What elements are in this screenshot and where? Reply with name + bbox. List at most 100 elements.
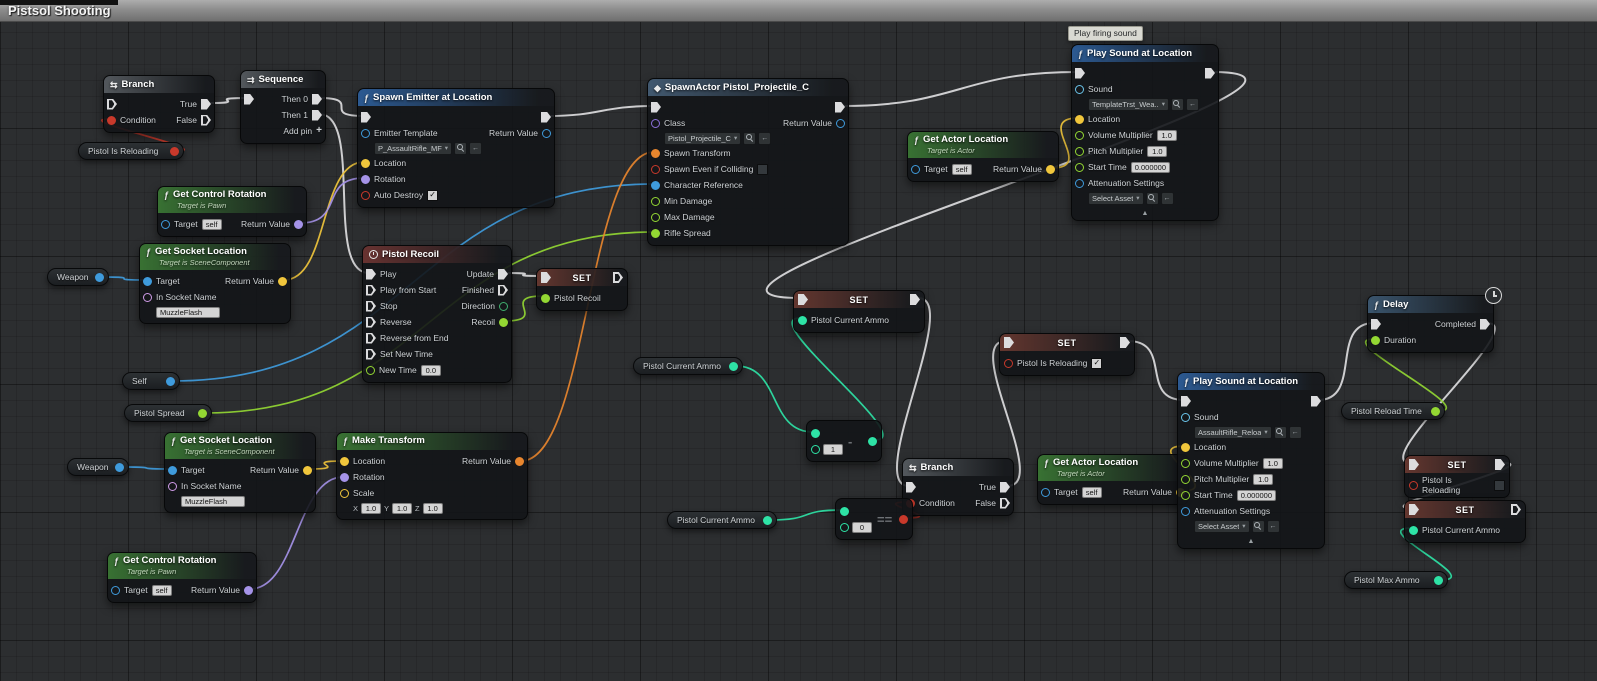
magnifier-icon[interactable] xyxy=(1251,519,1265,533)
auto-destroy-pin[interactable] xyxy=(361,190,370,200)
data-pin[interactable] xyxy=(811,428,820,438)
target-pin[interactable] xyxy=(111,585,120,595)
exec-pin[interactable] xyxy=(366,316,376,328)
return-value-pin[interactable] xyxy=(278,276,287,286)
target-field[interactable]: self xyxy=(201,218,222,230)
pill-self[interactable]: Self xyxy=(122,372,180,390)
rifle-spread-pin[interactable] xyxy=(651,228,660,238)
location-pin[interactable] xyxy=(1181,442,1190,452)
data-pin[interactable] xyxy=(840,522,849,532)
target-field[interactable]: self xyxy=(1081,486,1102,498)
play-sound-at-location-2[interactable]: ƒ Play Sound at Location Sound AssaultRifle… xyxy=(1177,372,1325,549)
magnifier-icon[interactable] xyxy=(743,131,757,145)
pistol-current-ammo-pin[interactable] xyxy=(763,515,772,525)
direction-pin[interactable] xyxy=(499,301,508,311)
rotation-pin[interactable] xyxy=(361,174,370,184)
volume-multiplier-field[interactable]: 1.0 xyxy=(1156,129,1177,141)
exec-pin[interactable] xyxy=(910,294,920,305)
pill-pistol-current-ammo-2[interactable]: Pistol Current Ammo xyxy=(667,511,777,529)
magnifier-icon[interactable] xyxy=(1145,191,1159,205)
exec-pin[interactable] xyxy=(651,101,661,113)
exec-pin[interactable] xyxy=(1075,67,1085,79)
recoil-pin[interactable] xyxy=(499,317,508,327)
volume-multiplier-field[interactable]: 1.0 xyxy=(1262,457,1283,469)
get-actor-location-2[interactable]: ƒ Get Actor Location Target is Actor Target… xyxy=(1037,454,1189,505)
branch-2[interactable]: ⇆ Branch True Condition False xyxy=(902,458,1014,516)
pistol-is-reloading-pin[interactable] xyxy=(1004,358,1013,368)
branch-1[interactable]: ⇆ Branch True Condition False xyxy=(103,75,215,133)
use-selected-asset-icon[interactable]: ← xyxy=(1185,97,1199,111)
pistol-current-ammo-pin[interactable] xyxy=(798,315,807,325)
exec-pin[interactable] xyxy=(1120,337,1130,348)
exec-pin[interactable] xyxy=(201,98,211,110)
set-pistol-recoil[interactable]: SET Pistol Recoil xyxy=(536,268,628,311)
value-field[interactable]: 1 xyxy=(823,443,843,455)
return-value-pin[interactable] xyxy=(542,128,551,138)
magnifier-icon[interactable] xyxy=(1273,425,1287,439)
in-socket-name-pin[interactable] xyxy=(168,481,177,491)
exec-pin[interactable] xyxy=(1495,459,1505,470)
exec-pin[interactable] xyxy=(366,268,376,280)
target-pin[interactable] xyxy=(168,465,177,475)
asset-dropdown[interactable]: Pistol_Projectile_C ▾ xyxy=(664,131,742,145)
pistol-is-reloading-checkbox[interactable] xyxy=(1494,479,1505,491)
target-field[interactable]: self xyxy=(151,584,172,596)
exec-pin[interactable] xyxy=(366,348,376,360)
exec-pin[interactable] xyxy=(312,109,322,121)
exec-pin[interactable] xyxy=(1000,497,1010,509)
asset-dropdown[interactable]: P_AssaultRifle_MF ▾ xyxy=(374,141,453,155)
weapon-pin[interactable] xyxy=(115,462,124,472)
exec-pin[interactable] xyxy=(613,272,623,283)
get-control-rotation-2[interactable]: ƒ Get Control Rotation Target is Pawn Targe… xyxy=(107,552,257,603)
volume-multiplier-pin[interactable] xyxy=(1181,458,1190,468)
value-field[interactable]: 1.0 xyxy=(361,502,382,514)
exec-pin[interactable] xyxy=(1480,318,1490,330)
asset-dropdown[interactable]: AssaultRifle_Reloa ▾ xyxy=(1194,425,1272,439)
return-value-pin[interactable] xyxy=(294,219,303,229)
use-selected-asset-icon[interactable]: ← xyxy=(1288,425,1302,439)
magnifier-icon[interactable] xyxy=(1170,97,1184,111)
exec-pin[interactable] xyxy=(366,300,376,312)
value-field[interactable]: MuzzleFlash xyxy=(181,495,245,507)
exec-pin[interactable] xyxy=(1511,504,1521,515)
return-value-pin[interactable] xyxy=(836,118,845,128)
exec-pin[interactable] xyxy=(835,101,845,113)
timeline-pistol-recoil[interactable]: Pistol Recoil Play Update Play from Start Fi… xyxy=(362,245,512,383)
new-time-pin[interactable] xyxy=(366,365,375,375)
set-pistol-is-reloading-false[interactable]: SET Pistol Is Reloading xyxy=(1404,455,1510,498)
blueprint-canvas[interactable]: ⇆ Branch True Condition False Pistol Is Reloa… xyxy=(0,0,1597,681)
spawnactor-pistol-projectile[interactable]: ◆ SpawnActor Pistol_Projectile_C Class Retu… xyxy=(647,78,849,246)
spawn-transform-pin[interactable] xyxy=(651,148,660,158)
get-socket-location-1[interactable]: ƒ Get Socket Location Target is SceneCompo… xyxy=(139,243,291,324)
exec-pin[interactable] xyxy=(201,114,211,126)
pitch-multiplier-pin[interactable] xyxy=(1181,474,1190,484)
pistol-max-ammo-pin[interactable] xyxy=(1434,575,1443,585)
pistol-recoil-pin[interactable] xyxy=(541,293,550,303)
pill-pistol-is-reloading[interactable]: Pistol Is Reloading xyxy=(78,142,184,160)
return-value-pin[interactable] xyxy=(515,456,524,466)
value-field[interactable]: 0 xyxy=(852,521,872,533)
value-field[interactable]: MuzzleFlash xyxy=(156,306,220,318)
get-actor-location-1[interactable]: ƒ Get Actor Location Target is Actor Target… xyxy=(907,131,1059,182)
play-sound-at-location-1[interactable]: ƒ Play Sound at Location Sound TemplateTrst… xyxy=(1071,44,1219,221)
start-time-field[interactable]: 0.000000 xyxy=(1236,489,1277,501)
pistol-is-reloading-pin[interactable] xyxy=(170,146,179,156)
exec-pin[interactable] xyxy=(541,272,551,283)
pistol-current-ammo-pin[interactable] xyxy=(729,361,738,371)
use-selected-asset-icon[interactable]: ← xyxy=(469,141,483,155)
target-pin[interactable] xyxy=(1041,487,1050,497)
pitch-multiplier-field[interactable]: 1.0 xyxy=(1147,145,1168,157)
target-pin[interactable] xyxy=(161,219,170,229)
exec-pin[interactable] xyxy=(906,481,916,493)
return-value-pin[interactable] xyxy=(244,585,253,595)
target-pin[interactable] xyxy=(911,164,920,174)
pitch-multiplier-field[interactable]: 1.0 xyxy=(1253,473,1274,485)
equals-node[interactable]: 0 == xyxy=(835,498,913,540)
exec-pin[interactable] xyxy=(366,284,376,296)
exec-pin[interactable] xyxy=(1409,459,1419,470)
return-value-pin[interactable] xyxy=(1046,164,1055,174)
class-pin[interactable] xyxy=(651,118,660,128)
exec-pin[interactable] xyxy=(366,332,376,344)
set-pistol-current-ammo-2[interactable]: SET Pistol Current Ammo xyxy=(1404,500,1526,543)
sound-pin[interactable] xyxy=(1075,84,1084,94)
